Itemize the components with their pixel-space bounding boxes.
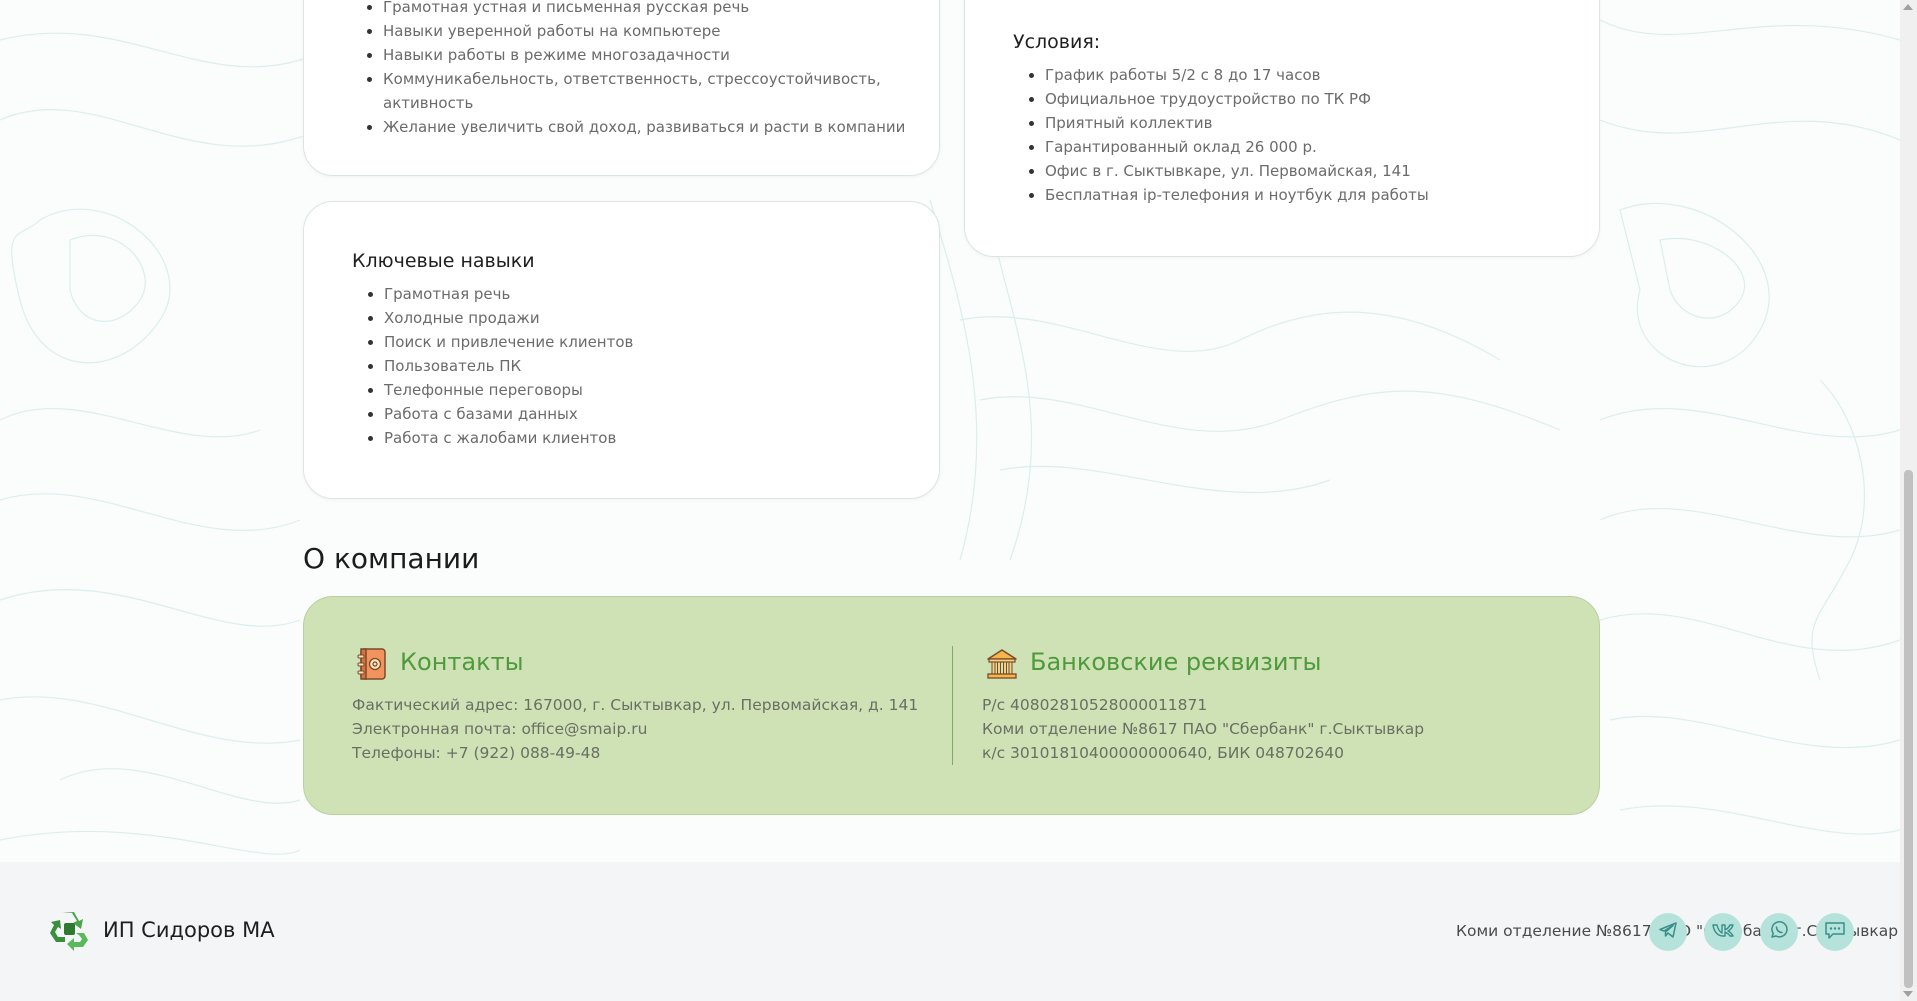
vk-icon xyxy=(1712,922,1734,942)
recycle-logo-icon[interactable] xyxy=(48,909,90,951)
skills-card: Ключевые навыки Грамотная речь Холодные … xyxy=(303,201,940,499)
list-item: Желание увеличить свой доход, развиватьс… xyxy=(383,115,943,139)
bank-account: Р/с 40802810528000011871 xyxy=(982,696,1208,714)
bank-icon xyxy=(985,647,1019,681)
contact-address: Фактический адрес: 167000, г. Сыктывкар,… xyxy=(352,696,919,714)
list-item: График работы 5/2 с 8 до 17 часов xyxy=(1045,63,1605,87)
list-item: Работа с жалобами клиентов xyxy=(384,426,944,450)
list-item: Офис в г. Сыктывкаре, ул. Первомайская, … xyxy=(1045,159,1605,183)
list-item: Работа с базами данных xyxy=(384,402,944,426)
list-item: Пользователь ПК xyxy=(384,354,944,378)
bank-details-title: Банковские реквизиты xyxy=(1030,648,1322,676)
list-item: Гарантированный оклад 26 000 р. xyxy=(1045,135,1605,159)
contact-phone[interactable]: Телефоны: +7 (922) 088-49-48 xyxy=(352,741,932,765)
list-item: Грамотная речь xyxy=(384,282,944,306)
skills-list: Грамотная речь Холодные продажи Поиск и … xyxy=(352,282,944,450)
requirements-card: Грамотная устная и письменная русская ре… xyxy=(303,0,940,176)
chat-icon xyxy=(1824,920,1846,944)
list-item: Телефонные переговоры xyxy=(384,378,944,402)
list-item: Приятный коллектив xyxy=(1045,111,1605,135)
telegram-button[interactable] xyxy=(1649,913,1687,951)
conditions-list: График работы 5/2 с 8 до 17 часов Официа… xyxy=(1013,63,1605,207)
list-item: Навыки уверенной работы на компьютере xyxy=(383,19,943,43)
bank-corr-account: к/с 30101810400000000640, БИК 048702640 xyxy=(982,744,1345,762)
telegram-icon xyxy=(1658,920,1678,944)
requirements-list: Грамотная устная и письменная русская ре… xyxy=(351,0,943,139)
list-item: Навыки работы в режиме многозадачности xyxy=(383,43,943,67)
vk-button[interactable] xyxy=(1704,913,1742,951)
scroll-down-arrow[interactable] xyxy=(1903,991,1913,997)
bank-branch: Коми отделение №8617 ПАО "Сбербанк" г.Сы… xyxy=(982,720,1425,738)
list-item: Коммуникабельность, ответственность, стр… xyxy=(383,67,943,115)
conditions-title: Условия: xyxy=(1013,31,1101,53)
contacts-title: Контакты xyxy=(400,648,524,676)
scroll-up-arrow[interactable] xyxy=(1903,4,1913,10)
contact-email[interactable]: Электронная почта: office@smaip.ru xyxy=(352,717,932,741)
conditions-card: Условия: График работы 5/2 с 8 до 17 час… xyxy=(964,0,1600,257)
skills-title: Ключевые навыки xyxy=(352,250,535,272)
list-item: Бесплатная ip-телефония и ноутбук для ра… xyxy=(1045,183,1605,207)
about-section-title: О компании xyxy=(303,542,480,575)
contacts-info: Фактический адрес: 167000, г. Сыктывкар,… xyxy=(352,693,932,765)
list-item: Грамотная устная и письменная русская ре… xyxy=(383,0,943,19)
address-book-icon xyxy=(356,647,388,681)
list-item: Холодные продажи xyxy=(384,306,944,330)
list-item: Официальное трудоустройство по ТК РФ xyxy=(1045,87,1605,111)
bank-details-info: Р/с 40802810528000011871 Коми отделение … xyxy=(982,693,1582,765)
scrollbar-thumb[interactable] xyxy=(1904,470,1913,988)
chat-button[interactable] xyxy=(1816,913,1854,951)
whatsapp-icon xyxy=(1769,920,1789,944)
brand-name[interactable]: ИП Сидоров МА xyxy=(103,918,275,942)
column-divider xyxy=(952,646,953,765)
list-item: Поиск и привлечение клиентов xyxy=(384,330,944,354)
whatsapp-button[interactable] xyxy=(1760,913,1798,951)
